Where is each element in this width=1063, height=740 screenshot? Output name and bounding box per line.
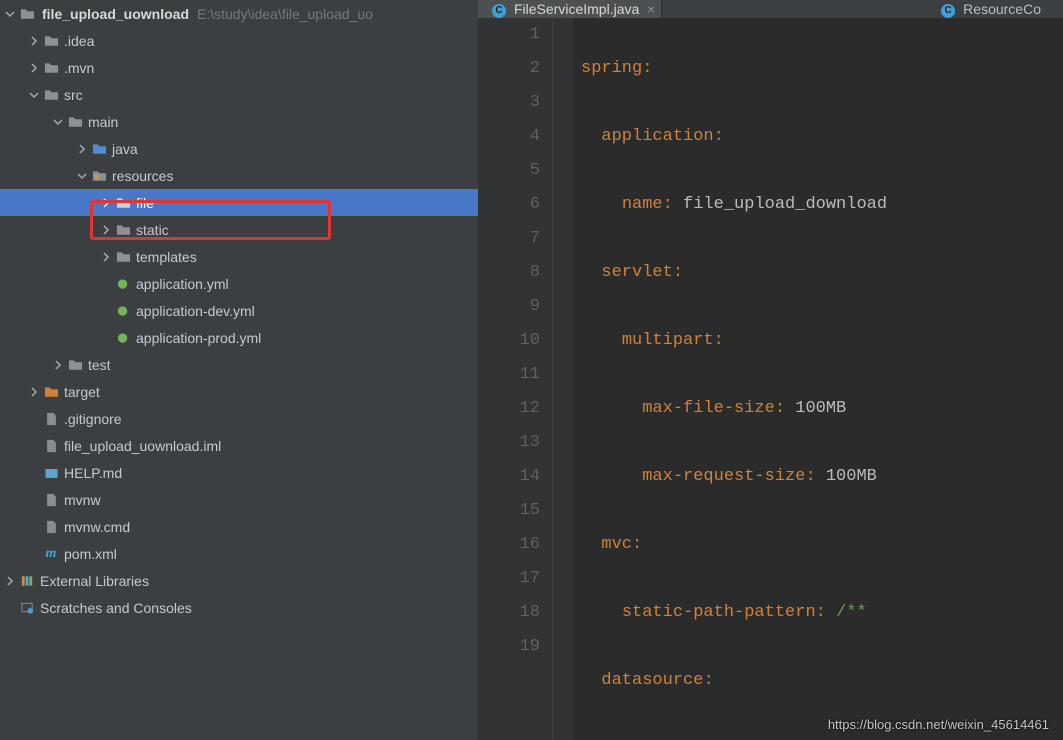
target-folder-icon (42, 385, 60, 399)
tree-label: .mvn (64, 60, 94, 76)
tree-label: application-dev.yml (136, 303, 255, 319)
java-class-icon: C (492, 0, 506, 18)
tree-node-app-dev[interactable]: application-dev.yml (0, 297, 478, 324)
yml-file-icon (114, 331, 132, 345)
tree-label: HELP.md (64, 465, 122, 481)
project-path: E:\study\idea\file_upload_uo (197, 6, 373, 22)
tree-node-gitignore[interactable]: .gitignore (0, 405, 478, 432)
scratches-icon (18, 601, 36, 615)
chevron-right-icon (50, 360, 66, 370)
tree-label: target (64, 384, 100, 400)
chevron-right-icon (26, 387, 42, 397)
library-icon (18, 574, 36, 588)
tree-label: templates (136, 249, 197, 265)
folder-icon (18, 7, 36, 21)
chevron-right-icon (74, 144, 90, 154)
tree-node-external-libraries[interactable]: External Libraries (0, 567, 478, 594)
chevron-down-icon (74, 171, 90, 181)
file-icon (42, 493, 60, 507)
tree-node-static[interactable]: static (0, 216, 478, 243)
chevron-down-icon (2, 9, 18, 19)
tree-label: java (112, 141, 138, 157)
md-file-icon (42, 466, 60, 480)
chevron-right-icon (2, 576, 18, 586)
tree-label: resources (112, 168, 173, 184)
tree-node-idea[interactable]: .idea (0, 27, 478, 54)
tree-label: .gitignore (64, 411, 122, 427)
tree-label: main (88, 114, 118, 130)
tree-node-mvnw[interactable]: mvnw (0, 486, 478, 513)
file-icon (42, 412, 60, 426)
ide-root: file_upload_uownload E:\study\idea\file_… (0, 0, 1063, 740)
folder-icon (114, 250, 132, 264)
tree-label: static (136, 222, 169, 238)
tree-label: .idea (64, 33, 94, 49)
maven-file-icon: m (42, 546, 60, 562)
yml-file-icon (114, 304, 132, 318)
tree-label: External Libraries (40, 573, 149, 589)
folder-icon (42, 61, 60, 75)
chevron-right-icon (98, 252, 114, 262)
close-icon[interactable]: × (647, 1, 655, 17)
tree-node-test[interactable]: test (0, 351, 478, 378)
tree-node-mvn[interactable]: .mvn (0, 54, 478, 81)
project-tree-panel: file_upload_uownload E:\study\idea\file_… (0, 0, 478, 740)
folder-icon (66, 115, 84, 129)
chevron-down-icon (50, 117, 66, 127)
watermark-text: https://blog.csdn.net/weixin_45614461 (828, 717, 1049, 732)
code-editor[interactable]: 1234 5678 9101112 13141516 171819 spring… (478, 18, 1063, 740)
tree-label: file_upload_uownload.iml (64, 438, 221, 454)
editor-tab[interactable]: C ResourceCo (927, 0, 1063, 18)
line-number-gutter: 1234 5678 9101112 13141516 171819 (478, 18, 553, 740)
tree-label: application.yml (136, 276, 229, 292)
tree-node-java[interactable]: java (0, 135, 478, 162)
folder-icon (42, 88, 60, 102)
tree-label: test (88, 357, 111, 373)
folder-icon (114, 223, 132, 237)
tree-node-mvnwcmd[interactable]: mvnw.cmd (0, 513, 478, 540)
chevron-right-icon (26, 63, 42, 73)
tree-label: mvnw.cmd (64, 519, 130, 535)
tree-node-app-prod[interactable]: application-prod.yml (0, 324, 478, 351)
source-folder-icon (90, 142, 108, 156)
yml-file-icon (114, 277, 132, 291)
chevron-down-icon (26, 90, 42, 100)
project-name: file_upload_uownload (42, 6, 189, 22)
tree-label: file (136, 195, 154, 211)
fold-gutter (553, 18, 573, 740)
tree-node-target[interactable]: target (0, 378, 478, 405)
tree-node-pom[interactable]: m pom.xml (0, 540, 478, 567)
tree-label: mvnw (64, 492, 101, 508)
project-root-node[interactable]: file_upload_uownload E:\study\idea\file_… (0, 0, 478, 27)
tree-node-app-yml[interactable]: application.yml (0, 270, 478, 297)
tab-label: FileServiceImpl.java (514, 1, 639, 17)
folder-icon (42, 34, 60, 48)
folder-icon (114, 196, 132, 210)
editor-panel: C FileServiceImpl.java × C ResourceCo 12… (478, 0, 1063, 740)
tree-node-help[interactable]: HELP.md (0, 459, 478, 486)
tab-label: ResourceCo (963, 1, 1041, 17)
editor-tab-active[interactable]: C FileServiceImpl.java × (478, 0, 662, 18)
folder-icon (66, 358, 84, 372)
chevron-right-icon (98, 198, 114, 208)
chevron-right-icon (26, 36, 42, 46)
file-icon (42, 439, 60, 453)
tree-node-main[interactable]: main (0, 108, 478, 135)
chevron-right-icon (98, 225, 114, 235)
java-class-icon: C (941, 0, 955, 18)
tree-label: pom.xml (64, 546, 117, 562)
tree-label: src (64, 87, 83, 103)
code-content[interactable]: spring: application: name: file_upload_d… (573, 18, 1063, 740)
tree-node-templates[interactable]: templates (0, 243, 478, 270)
resources-folder-icon (90, 169, 108, 183)
file-icon (42, 520, 60, 534)
tree-node-file[interactable]: file (0, 189, 478, 216)
tree-label: Scratches and Consoles (40, 600, 192, 616)
tree-node-src[interactable]: src (0, 81, 478, 108)
editor-tab-bar: C FileServiceImpl.java × C ResourceCo (478, 0, 1063, 18)
tree-label: application-prod.yml (136, 330, 261, 346)
tree-node-iml[interactable]: file_upload_uownload.iml (0, 432, 478, 459)
tree-node-scratches[interactable]: Scratches and Consoles (0, 594, 478, 621)
tree-node-resources[interactable]: resources (0, 162, 478, 189)
